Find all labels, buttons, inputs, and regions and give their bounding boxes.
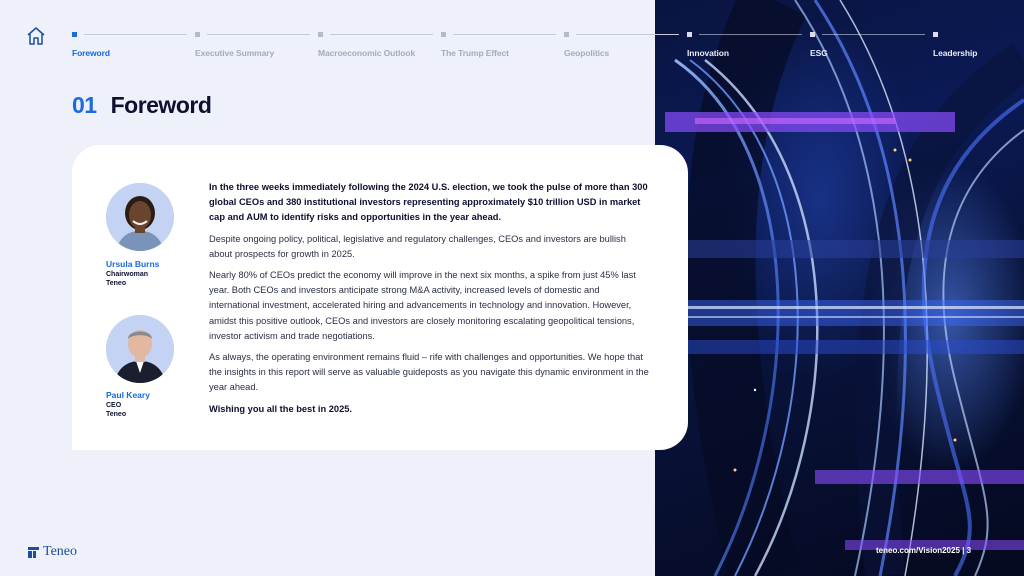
nav-label: The Trump Effect [441,48,509,58]
nav-item-executive-summary[interactable]: Executive Summary [195,30,318,60]
nav-label: Macroeconomic Outlook [318,48,416,58]
person-role: CEO [106,402,122,409]
person-name: Paul Keary [106,390,150,400]
home-icon[interactable] [26,27,46,45]
nav-divider [699,34,802,35]
body-paragraph: Nearly 80% of CEOs predict the economy w… [209,270,636,341]
avatar [106,183,174,251]
nav-label: Executive Summary [195,48,275,58]
nav-label: Geopolitics [564,48,610,58]
nav-marker [687,32,692,37]
nav-divider [453,34,556,35]
nav-label: Leadership [933,48,978,58]
nav-marker [933,32,938,37]
nav-item-innovation[interactable]: Innovation [687,30,810,60]
section-nav: Foreword Executive Summary Macroeconomic… [72,30,982,60]
highway-photo [655,0,1024,576]
nav-divider [822,34,925,35]
nav-item-geopolitics[interactable]: Geopolitics [564,30,687,60]
person-org: Teneo [106,411,127,418]
nav-marker [195,32,200,37]
person-role: Chairwoman [106,271,149,278]
body-paragraph: As always, the operating environment rem… [209,352,649,393]
intro-paragraph: In the three weeks immediately following… [209,182,648,223]
nav-marker [810,32,815,37]
nav-divider [84,34,187,35]
nav-item-macroeconomic-outlook[interactable]: Macroeconomic Outlook [318,30,441,60]
nav-marker [441,32,446,37]
nav-label: Innovation [687,48,729,58]
nav-marker [564,32,569,37]
foreword-card: Ursula Burns Chairwoman Teneo Paul Keary… [72,145,688,450]
closing-paragraph: Wishing you all the best in 2025. [209,403,353,414]
nav-item-esg[interactable]: ESG [810,30,933,60]
nav-label: Foreword [72,48,110,58]
footer-url[interactable]: teneo.com/Vision2025 | 3 [876,546,971,555]
section-number: 01 [72,92,97,118]
foreword-body: In the three weeks immediately following… [209,180,649,423]
section-title: Foreword [110,92,212,118]
nav-divider [330,34,433,35]
body-paragraph: Despite ongoing policy, political, legis… [209,233,626,259]
logo-text: Teneo [43,544,78,559]
nav-item-leadership[interactable]: Leadership [933,30,983,60]
person-org: Teneo [106,280,127,287]
nav-item-foreword[interactable]: Foreword [72,30,195,60]
nav-marker [318,32,323,37]
nav-label: ESG [810,48,828,58]
person-name: Ursula Burns [106,259,160,269]
nav-divider [207,34,310,35]
teneo-logo-icon [28,546,39,558]
teneo-logo: Teneo [28,544,77,560]
page-title: 01 Foreword [72,92,212,119]
nav-item-trump-effect[interactable]: The Trump Effect [441,30,564,60]
avatar [106,315,174,383]
nav-divider [576,34,679,35]
nav-marker [72,32,77,37]
